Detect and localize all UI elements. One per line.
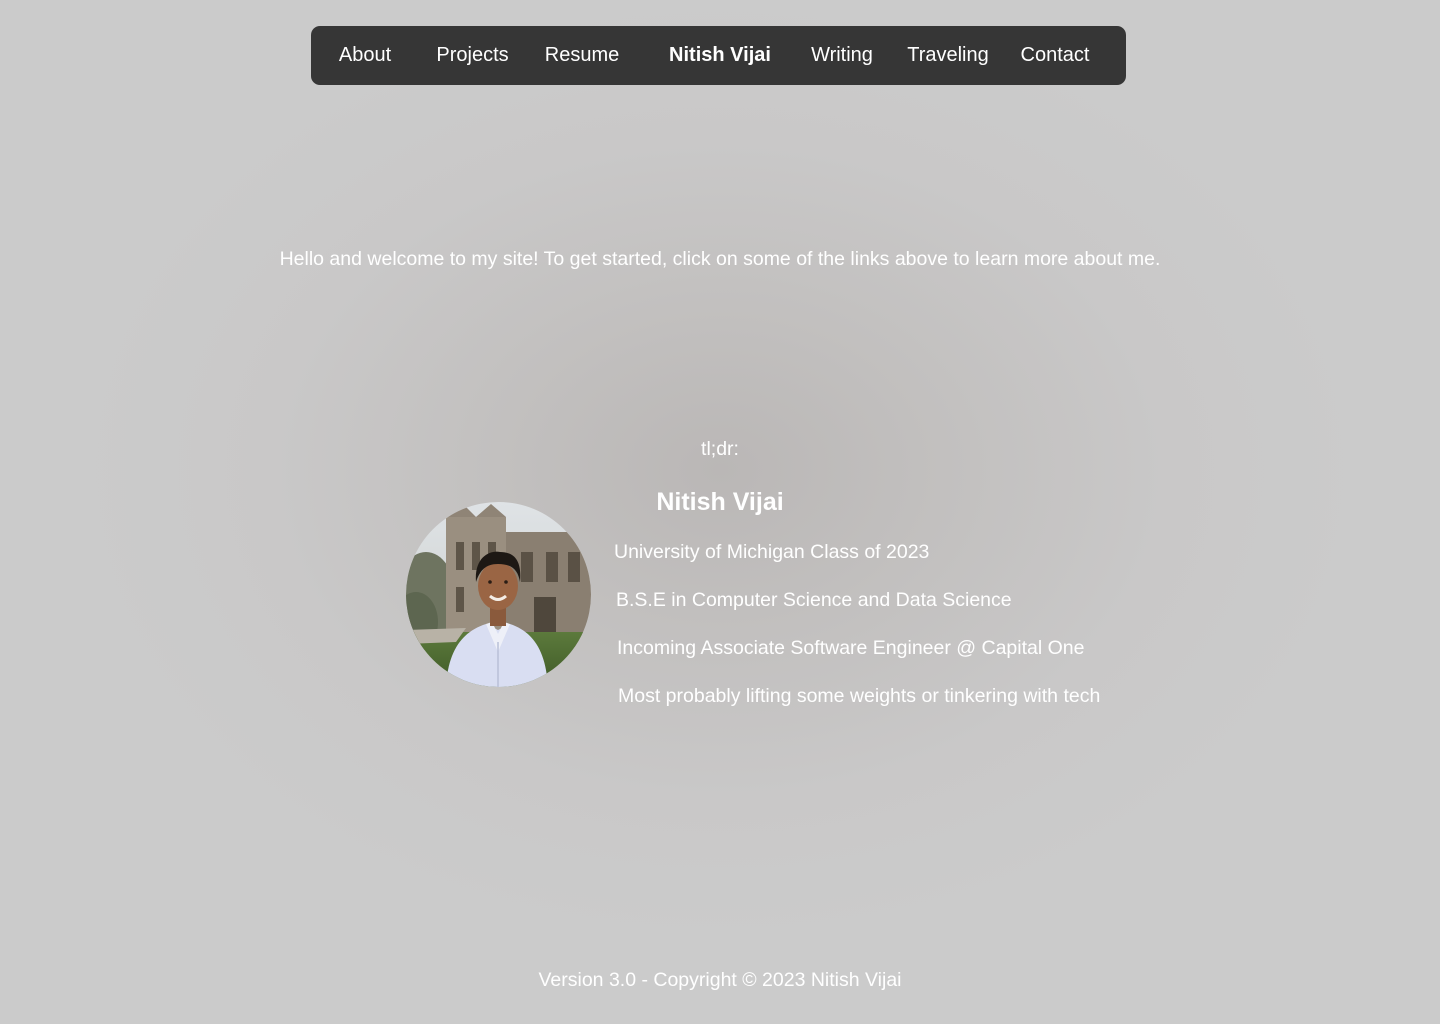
info-degree: B.S.E in Computer Science and Data Scien… (616, 589, 1012, 611)
tldr-label: tl;dr: (701, 438, 739, 460)
nav-link-writing[interactable]: Writing (803, 26, 881, 85)
info-education: University of Michigan Class of 2023 (614, 541, 930, 563)
nav-link-traveling[interactable]: Traveling (899, 26, 997, 85)
nav-link-about[interactable]: About (321, 26, 409, 85)
nav-link-resume[interactable]: Resume (536, 26, 628, 85)
nav-link-contact[interactable]: Contact (1011, 26, 1099, 85)
nav-link-home[interactable]: Nitish Vijai (656, 26, 784, 85)
footer-copyright: Version 3.0 - Copyright © 2023 Nitish Vi… (538, 969, 902, 991)
profile-photo (406, 502, 591, 687)
info-hobby: Most probably lifting some weights or ti… (618, 685, 1101, 707)
info-job: Incoming Associate Software Engineer @ C… (617, 637, 1085, 659)
profile-name: Nitish Vijai (656, 488, 784, 516)
nav-link-projects[interactable]: Projects (424, 26, 521, 85)
top-nav: About Projects Resume Nitish Vijai Writi… (311, 26, 1126, 85)
welcome-text: Hello and welcome to my site! To get sta… (279, 248, 1161, 270)
avatar (406, 502, 591, 687)
